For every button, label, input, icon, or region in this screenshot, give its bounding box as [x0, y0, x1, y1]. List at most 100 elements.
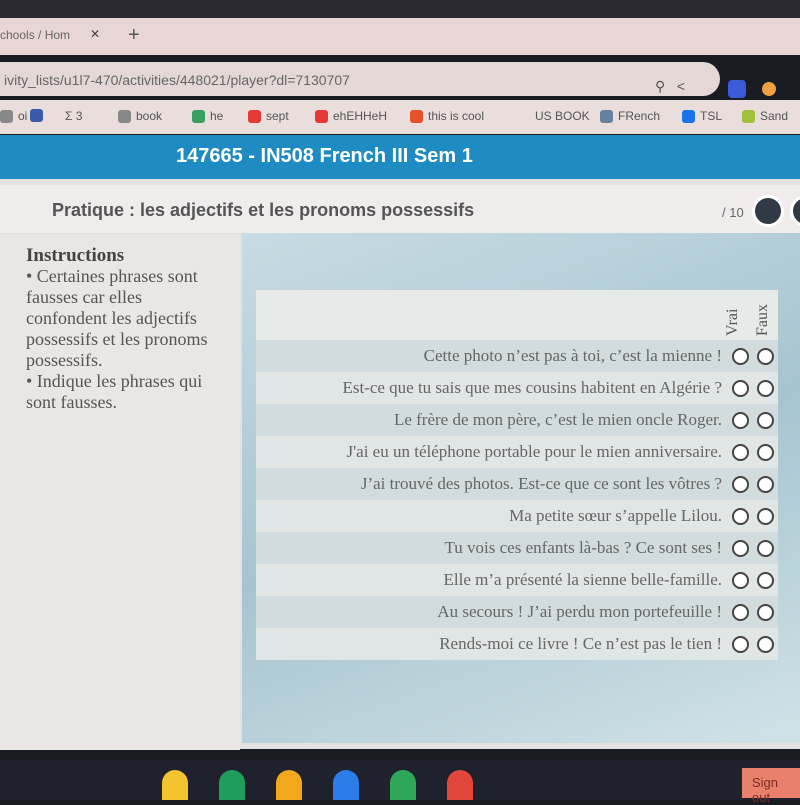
- column-faux: Faux: [754, 304, 771, 336]
- activity-bar: Pratique : les adjectifs et les pronoms …: [0, 185, 800, 233]
- vrai-radio[interactable]: [732, 475, 749, 493]
- bookmark[interactable]: FRench: [600, 109, 660, 123]
- extension-icon[interactable]: [728, 80, 746, 98]
- bookmark[interactable]: sept: [248, 109, 289, 123]
- bookmark[interactable]: this is cool: [410, 109, 484, 123]
- vrai-radio[interactable]: [732, 347, 749, 365]
- address-bar[interactable]: ivity_lists/u1l7-470/activities/448021/p…: [0, 62, 720, 96]
- browser-tab[interactable]: chools / Hom ✕: [0, 22, 110, 50]
- bookmark-label: Sand: [760, 109, 789, 123]
- sign-out-button[interactable]: Sign out: [742, 768, 800, 805]
- vrai-radio[interactable]: [732, 603, 749, 621]
- statement: Rends-moi ce livre ! Ce n’est pas le tie…: [439, 634, 722, 653]
- chrome-icon[interactable]: [447, 770, 473, 800]
- instruction-line: • Certaines phrases sont fausses car ell…: [26, 266, 208, 370]
- bookmark-icon: [600, 109, 613, 123]
- bookmark[interactable]: book: [118, 109, 162, 123]
- bookmark[interactable]: ehEHHeH: [315, 109, 387, 123]
- statement: J'ai eu un téléphone portable pour le mi…: [346, 442, 722, 461]
- bookmark-label: this is cool: [428, 109, 485, 123]
- faux-radio[interactable]: [757, 475, 774, 493]
- os-shelf: [0, 760, 800, 800]
- vrai-radio[interactable]: [732, 635, 749, 653]
- table-row: J’ai trouvé des photos. Est-ce que ce so…: [256, 468, 778, 500]
- instructions: Instructions • Certaines phrases sont fa…: [26, 245, 226, 413]
- faux-radio[interactable]: [757, 347, 774, 365]
- true-false-table: Vrai Faux Cette photo n’est pas à toi, c…: [256, 290, 778, 660]
- bookmark-icon: [30, 109, 43, 122]
- statement: J’ai trouvé des photos. Est-ce que ce so…: [360, 474, 722, 493]
- faux-radio[interactable]: [757, 507, 774, 525]
- vrai-radio[interactable]: [732, 507, 749, 525]
- faux-radio[interactable]: [757, 539, 774, 557]
- table-row: Le frère de mon père, c’est le mien oncl…: [256, 404, 778, 436]
- bookmark-label: ehEHHeH: [333, 109, 388, 123]
- bookmark[interactable]: oi: [0, 109, 27, 123]
- column-vrai: Vrai: [724, 308, 741, 336]
- drive-icon[interactable]: [162, 770, 188, 800]
- vrai-radio[interactable]: [732, 539, 749, 557]
- table-header: Vrai Faux: [256, 290, 778, 340]
- calculator-icon[interactable]: [390, 770, 416, 800]
- instructions-heading: Instructions: [26, 245, 125, 266]
- statement: Elle m’a présenté la sienne belle-famill…: [443, 570, 722, 589]
- bookmark-label: oi: [18, 109, 28, 123]
- bookmark-icon: [742, 109, 755, 123]
- table-row: Cette photo n’est pas à toi, c’est la mi…: [256, 340, 778, 372]
- bookmark-icon: [410, 109, 423, 123]
- faux-radio[interactable]: [757, 411, 774, 429]
- close-icon[interactable]: ✕: [90, 27, 100, 41]
- instruction-line: • Indique les phrases qui sont fausses.: [26, 371, 203, 412]
- vrai-radio[interactable]: [732, 571, 749, 589]
- bookmark-label: Σ 3: [65, 109, 83, 123]
- faux-radio[interactable]: [757, 571, 774, 589]
- statement: Le frère de mon père, c’est le mien oncl…: [393, 410, 722, 429]
- faux-radio[interactable]: [757, 603, 774, 621]
- statement: Ma petite sœur s’appelle Lilou.: [509, 506, 722, 525]
- statement: Au secours ! J’ai perdu mon portefeuille…: [437, 602, 722, 621]
- table-row: Rends-moi ce livre ! Ce n’est pas le tie…: [256, 628, 778, 660]
- vrai-radio[interactable]: [732, 379, 749, 397]
- tab-title: chools / Hom: [0, 28, 71, 42]
- bookmark-icon: [0, 109, 13, 123]
- refresh-icon[interactable]: [752, 195, 784, 227]
- bookmark-icon: [248, 109, 261, 123]
- bookmark-icon: [682, 109, 695, 123]
- bookmark[interactable]: TSL: [682, 109, 722, 123]
- table-row: Ma petite sœur s’appelle Lilou.: [256, 500, 778, 532]
- table-row: J'ai eu un téléphone portable pour le mi…: [256, 436, 778, 468]
- bookmark-icon: [118, 109, 131, 123]
- next-icon[interactable]: [790, 195, 800, 227]
- statement: Tu vois ces enfants là-bas ? Ce sont ses…: [444, 538, 722, 557]
- faux-radio[interactable]: [757, 379, 774, 397]
- bookmark-label: US BOOK: [535, 109, 590, 123]
- bookmark[interactable]: US BOOK: [535, 109, 590, 123]
- activity-title: Pratique : les adjectifs et les pronoms …: [52, 200, 475, 220]
- vrai-radio[interactable]: [732, 411, 749, 429]
- new-tab-button[interactable]: +: [128, 24, 140, 47]
- table-row: Est-ce que tu sais que mes cousins habit…: [256, 372, 778, 404]
- faux-radio[interactable]: [757, 635, 774, 653]
- location-icon[interactable]: ⚲ <: [655, 78, 685, 95]
- tab-bar: chools / Hom ✕ +: [0, 0, 800, 55]
- docs-icon[interactable]: [333, 770, 359, 800]
- bookmark-label: sept: [266, 109, 289, 123]
- bookmark-icon: [192, 109, 205, 123]
- bookmark[interactable]: Σ 3: [65, 109, 82, 123]
- faux-radio[interactable]: [757, 443, 774, 461]
- bookmark-label: TSL: [700, 109, 723, 123]
- bookmark[interactable]: he: [192, 109, 223, 123]
- slides-icon[interactable]: [276, 770, 302, 800]
- bookmark[interactable]: Sand: [742, 109, 788, 123]
- bookmark[interactable]: [30, 109, 48, 122]
- extension-icon[interactable]: [762, 82, 776, 96]
- course-header: 147665 - IN508 French III Sem 1: [0, 135, 800, 179]
- sheets-icon[interactable]: [219, 770, 245, 800]
- table-row: Tu vois ces enfants là-bas ? Ce sont ses…: [256, 532, 778, 564]
- vrai-radio[interactable]: [732, 443, 749, 461]
- bookmark-label: he: [210, 109, 224, 123]
- table-row: Elle m’a présenté la sienne belle-famill…: [256, 564, 778, 596]
- bookmark-icon: [315, 109, 328, 123]
- statement: Cette photo n’est pas à toi, c’est la mi…: [423, 346, 722, 365]
- bookmarks-bar: oi Σ 3 book he sept ehEHHeH this is cool US BOO…: [0, 100, 800, 134]
